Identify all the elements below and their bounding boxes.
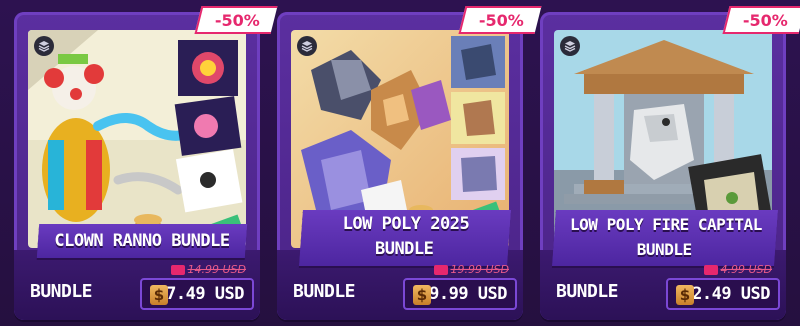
original-price: 14.99 USD (170, 263, 247, 276)
bundle-title-line1: LOW POLY 2025 (342, 214, 470, 234)
original-price: 19.99 USD (433, 263, 510, 276)
sale-tag-icon (433, 264, 448, 275)
currency-icon: $ (150, 285, 168, 305)
price-button[interactable]: $ 7.49 USD (140, 278, 254, 310)
discount-badge: -50% (194, 6, 278, 34)
discount-badge: -50% (458, 6, 542, 34)
original-price-text: 19.99 USD (450, 263, 510, 276)
bundle-card-low-poly-fire-capital[interactable]: LOW POLY FIRE CAPITAL BUNDLE 4.99 USD BU… (540, 12, 786, 320)
bundle-type-label: BUNDLE (30, 281, 93, 302)
currency-icon: $ (676, 285, 694, 305)
sale-price: 2.49 USD (692, 284, 770, 304)
bundle-title-line2: BUNDLE (374, 239, 434, 259)
bundle-title-line1: LOW POLY FIRE CAPITAL (570, 215, 762, 234)
layers-icon (34, 36, 54, 56)
original-price-text: 4.99 USD (720, 263, 773, 276)
sale-price: 7.49 USD (166, 284, 244, 304)
bundle-title: CLOWN RANNO BUNDLE (36, 224, 248, 258)
layers-icon (297, 36, 317, 56)
bundle-artwork (28, 30, 246, 248)
discount-badge: -50% (722, 6, 800, 34)
bundle-card-clown-ranno[interactable]: CLOWN RANNO BUNDLE 14.99 USD BUNDLE $ 7.… (14, 12, 260, 320)
bundle-title-text: CLOWN RANNO BUNDLE (54, 231, 230, 251)
bundle-title: LOW POLY FIRE CAPITAL BUNDLE (552, 210, 778, 266)
price-button[interactable]: $ 2.49 USD (666, 278, 780, 310)
bundle-title: LOW POLY 2025 BUNDLE (299, 210, 511, 266)
bundle-title-line2: BUNDLE (636, 240, 692, 259)
clown-artwork-image (28, 30, 246, 248)
bundle-type-label: BUNDLE (556, 281, 619, 302)
sale-tag-icon (170, 264, 185, 275)
currency-icon: $ (413, 285, 431, 305)
layers-icon (560, 36, 580, 56)
bundle-card-low-poly-2025[interactable]: LOW POLY 2025 BUNDLE 19.99 USD BUNDLE $ … (277, 12, 523, 320)
sale-price: 9.99 USD (429, 284, 507, 304)
shop-grid: CLOWN RANNO BUNDLE 14.99 USD BUNDLE $ 7.… (0, 0, 800, 326)
original-price-text: 14.99 USD (187, 263, 247, 276)
price-button[interactable]: $ 9.99 USD (403, 278, 517, 310)
sale-tag-icon (703, 264, 718, 275)
original-price: 4.99 USD (703, 263, 773, 276)
bundle-type-label: BUNDLE (293, 281, 356, 302)
